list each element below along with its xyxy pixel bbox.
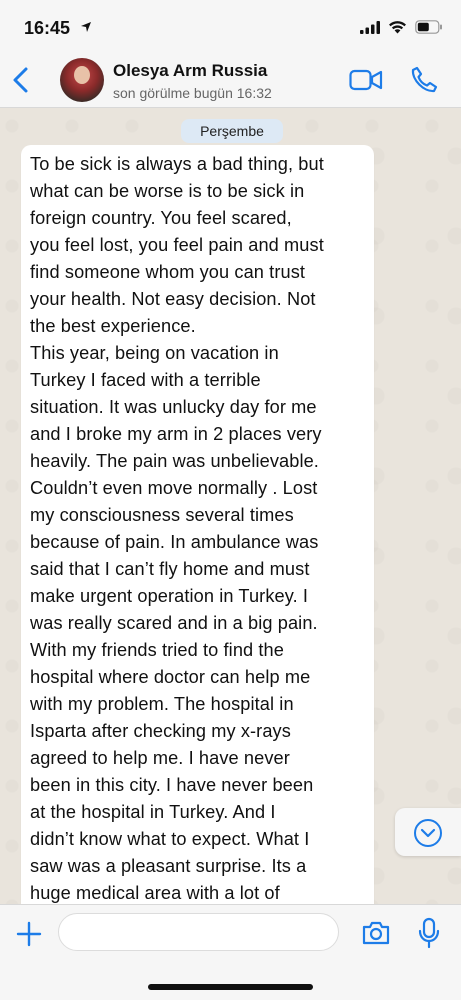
home-indicator[interactable] (148, 984, 313, 990)
avatar-face (74, 66, 90, 84)
phone-icon (411, 66, 438, 93)
chevron-left-icon (13, 67, 28, 93)
voice-call-button[interactable] (410, 66, 438, 99)
chevron-down-circle-icon (414, 819, 442, 847)
camera-icon (362, 921, 390, 945)
microphone-icon (418, 917, 440, 949)
status-time: 16:45 (24, 18, 71, 38)
video-camera-icon (349, 69, 383, 91)
message-bubble[interactable]: To be sick is always a bad thing, but wh… (21, 145, 374, 904)
microphone-button[interactable] (418, 917, 440, 954)
chat-header: Olesya Arm Russia son görülme bugün 16:3… (0, 52, 461, 108)
back-button[interactable] (8, 64, 34, 96)
status-indicators (360, 20, 443, 39)
location-arrow-icon (80, 20, 92, 38)
scroll-to-bottom-button[interactable] (395, 808, 461, 856)
battery-icon (415, 20, 443, 39)
chat-area[interactable]: Perşembe To be sick is always a bad thin… (0, 108, 461, 904)
message-text: To be sick is always a bad thing, but wh… (30, 154, 324, 903)
avatar[interactable] (60, 58, 104, 102)
status-bar: 16:45 (0, 0, 461, 52)
wifi-icon (388, 20, 407, 39)
signal-icon (360, 20, 380, 39)
message-input[interactable] (58, 913, 339, 951)
date-separator: Perşembe (181, 119, 283, 143)
last-seen-status: son görülme bugün 16:32 (113, 85, 272, 101)
attach-button[interactable] (16, 921, 42, 952)
video-call-button[interactable] (349, 68, 383, 97)
camera-button[interactable] (361, 920, 391, 951)
plus-icon (16, 921, 42, 947)
contact-name[interactable]: Olesya Arm Russia (113, 61, 267, 81)
